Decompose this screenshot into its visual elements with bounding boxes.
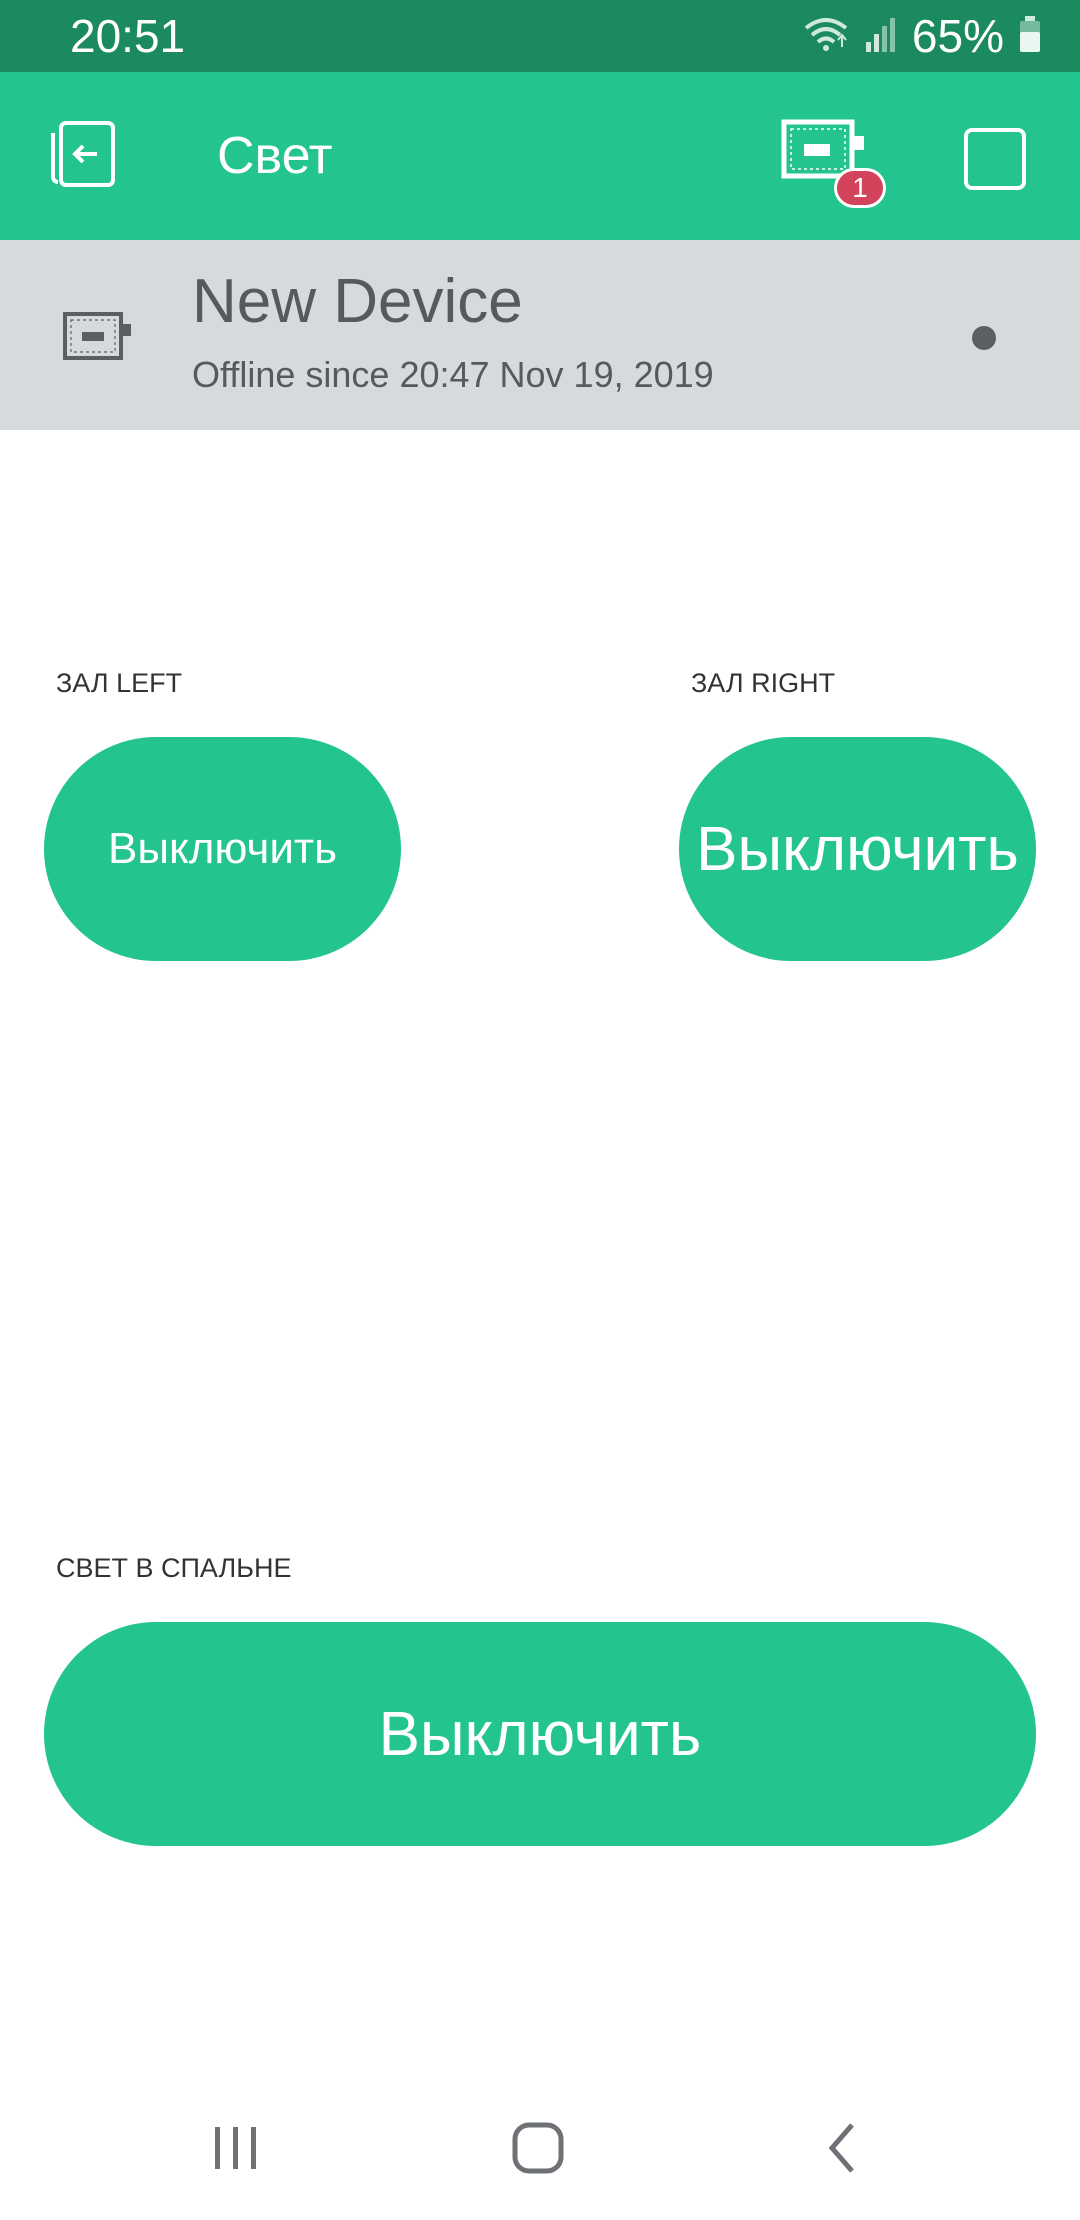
- widget-label-left: ЗАЛ LEFT: [56, 668, 183, 698]
- device-row[interactable]: New Device Offline since 20:47 Nov 19, 2…: [0, 240, 1080, 430]
- zal-right-button[interactable]: Выключить: [679, 737, 1036, 961]
- signal-icon: [864, 14, 898, 59]
- app-bar: Свет 1: [0, 72, 1080, 240]
- widget-label-bedroom: СВЕТ В СПАЛЬНЕ: [56, 1553, 292, 1583]
- page-title: Свет: [217, 127, 333, 185]
- wifi-icon: [802, 14, 850, 59]
- back-chevron-icon: [822, 2121, 862, 2180]
- exit-project-icon: [45, 119, 121, 194]
- home-button[interactable]: [488, 2100, 588, 2200]
- device-name: New Device: [192, 267, 523, 336]
- back-button[interactable]: [792, 2100, 892, 2200]
- navigation-bar: [0, 2080, 1080, 2220]
- widget-label-right: ЗАЛ RIGHT: [691, 668, 836, 698]
- stop-project-button[interactable]: [958, 122, 1032, 196]
- battery-icon: [1018, 14, 1042, 59]
- status-dot: [972, 326, 996, 350]
- bedroom-light-button[interactable]: Выключить: [44, 1622, 1036, 1846]
- devices-button[interactable]: 1: [780, 116, 892, 224]
- device-board-icon: [62, 308, 132, 362]
- battery-percent: 65%: [911, 10, 1004, 62]
- exit-project-button[interactable]: [40, 116, 126, 196]
- recent-apps-button[interactable]: [186, 2100, 286, 2200]
- home-icon: [511, 2121, 565, 2180]
- status-bar: 20:51 65%: [0, 0, 1080, 72]
- notification-badge: 1: [834, 168, 886, 208]
- square-icon: [964, 128, 1026, 190]
- status-icons: 65%: [802, 8, 1042, 64]
- status-time: 20:51: [70, 10, 186, 62]
- zal-left-button[interactable]: Выключить: [44, 737, 401, 961]
- recent-apps-icon: [211, 2123, 261, 2178]
- device-status: Offline since 20:47 Nov 19, 2019: [192, 354, 714, 395]
